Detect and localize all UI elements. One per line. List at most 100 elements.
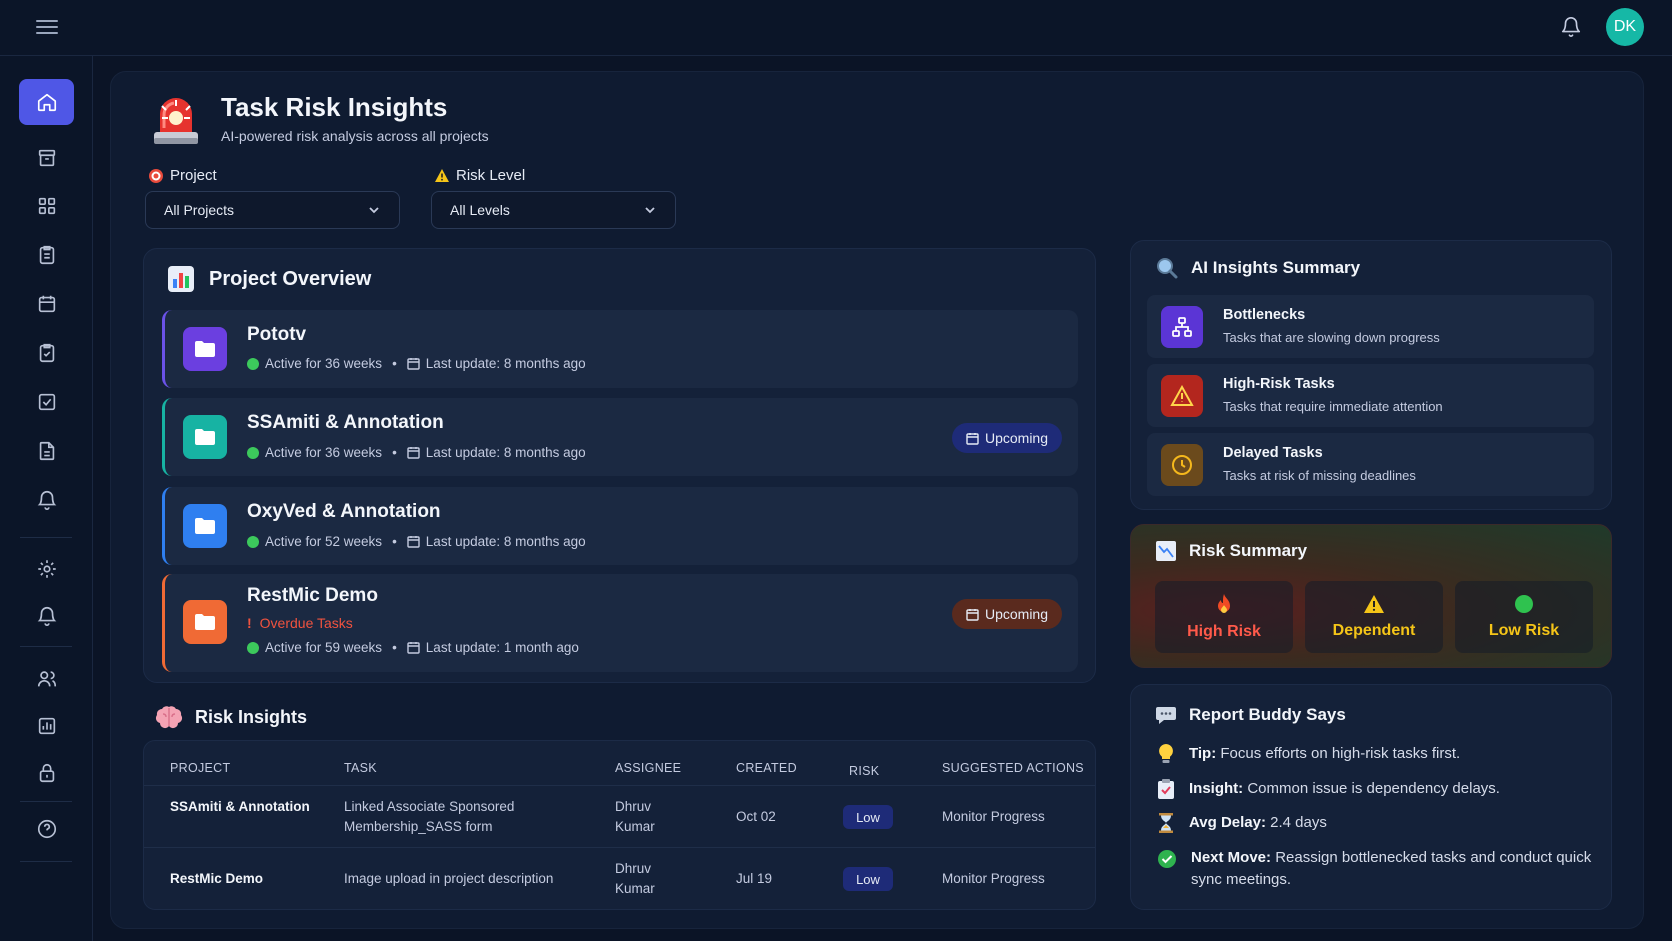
folder-icon	[183, 415, 227, 459]
insight-delayed[interactable]: Delayed Tasks Tasks at risk of missing d…	[1147, 433, 1594, 496]
clipboard-icon	[39, 245, 54, 265]
cell-task: Linked Associate Sponsored Membership_SA…	[344, 799, 515, 834]
project-meta: Active for 36 weeks • Last update: 8 mon…	[247, 356, 586, 371]
risk-box-high[interactable]: High Risk	[1155, 581, 1293, 653]
folder-icon	[183, 327, 227, 371]
separator: •	[392, 640, 397, 655]
lightbulb-icon	[1159, 744, 1173, 763]
project-overview-title-text: Project Overview	[209, 267, 372, 290]
nav-divider	[20, 537, 72, 538]
nav-alerts[interactable]	[19, 477, 74, 523]
buddy-line-label: Next Move:	[1191, 849, 1272, 866]
risk-filter-label: Risk Level	[434, 167, 525, 184]
risk-low-label: Low Risk	[1488, 622, 1560, 639]
page-title: Task Risk Insights	[221, 92, 448, 122]
buddy-line-text: Focus efforts on high-risk tasks first.	[1220, 745, 1461, 762]
nav-reports[interactable]	[19, 703, 74, 749]
grid-icon	[38, 197, 55, 215]
insight-title: High-Risk Tasks	[1223, 376, 1335, 392]
folder-icon	[183, 504, 227, 548]
nav-help[interactable]	[19, 806, 74, 852]
project-select[interactable]: All Projects	[145, 191, 400, 229]
nav-security[interactable]	[19, 750, 74, 796]
buddy-avg-delay: Avg Delay: 2.4 days	[1157, 812, 1327, 834]
upcoming-badge[interactable]: Upcoming	[951, 423, 1062, 453]
upcoming-badge-text: Upcoming	[984, 606, 1048, 622]
insight-high-risk[interactable]: High-Risk Tasks Tasks that require immed…	[1147, 364, 1594, 427]
project-card-pototv[interactable]: Pototv Active for 36 weeks • Last update…	[162, 310, 1078, 388]
nav-calendar[interactable]	[19, 281, 74, 327]
nav-dashboard[interactable]	[19, 183, 74, 229]
insight-bottlenecks[interactable]: Bottlenecks Tasks that are slowing down …	[1147, 295, 1594, 358]
help-icon	[37, 819, 56, 839]
lock-icon	[39, 763, 54, 783]
alert-triangle-icon	[1161, 375, 1203, 417]
report-buddy-title: Report Buddy Says	[1155, 704, 1346, 726]
risk-dependent-label: Dependent	[1332, 622, 1416, 639]
project-select-value: All Projects	[164, 202, 235, 218]
menu-toggle-icon[interactable]	[36, 17, 58, 39]
nav-approvals[interactable]	[19, 379, 74, 425]
user-avatar[interactable]: DK	[1606, 8, 1644, 46]
project-active-duration: Active for 36 weeks	[265, 445, 383, 460]
calendar-icon	[966, 608, 979, 621]
table-row[interactable]: RestMic Demo Image upload in project des…	[144, 847, 1095, 909]
project-meta: Active for 36 weeks • Last update: 8 mon…	[247, 445, 586, 460]
project-meta: Active for 59 weeks • Last update: 1 mon…	[247, 640, 579, 655]
project-last-update: Last update: 8 months ago	[425, 445, 586, 460]
calendar-icon	[407, 642, 420, 654]
cell-assignee: Dhruv Kumar	[615, 799, 655, 834]
risk-box-dependent[interactable]: Dependent	[1305, 581, 1443, 653]
project-last-update: Last update: 8 months ago	[425, 356, 586, 371]
column-header[interactable]: ASSIGNEE	[615, 761, 681, 775]
buddy-line-label: Insight:	[1189, 780, 1244, 797]
buddy-line-label: Tip:	[1189, 745, 1217, 762]
risk-box-low[interactable]: Low Risk	[1455, 581, 1593, 653]
gear-icon	[37, 560, 56, 578]
nav-users[interactable]	[19, 656, 74, 702]
users-icon	[37, 671, 56, 687]
upcoming-badge[interactable]: Upcoming	[951, 599, 1062, 629]
nav-divider	[20, 646, 72, 647]
buddy-insight: Insight: Common issue is dependency dela…	[1157, 778, 1500, 800]
brain-icon	[155, 706, 183, 728]
nav-tasks[interactable]	[19, 232, 74, 278]
sidebar	[0, 56, 93, 941]
column-header[interactable]: PROJECT	[170, 761, 230, 775]
project-card-oxyved[interactable]: OxyVed & Annotation Active for 52 weeks …	[162, 487, 1078, 565]
buddy-tip: Tip: Focus efforts on high-risk tasks fi…	[1157, 743, 1460, 765]
nav-settings[interactable]	[19, 546, 74, 592]
nav-home[interactable]	[19, 79, 74, 125]
insight-title: Delayed Tasks	[1223, 445, 1323, 461]
project-name: SSAmiti & Annotation	[247, 412, 444, 433]
cell-project: SSAmiti & Annotation	[170, 799, 310, 814]
risk-level-select[interactable]: All Levels	[431, 191, 676, 229]
table-row[interactable]: SSAmiti & Annotation Linked Associate Sp…	[144, 785, 1095, 847]
calendar-icon	[407, 447, 420, 459]
project-overview-title: Project Overview	[167, 265, 371, 293]
status-dot	[247, 446, 259, 459]
project-card-ssamiti[interactable]: SSAmiti & Annotation Active for 36 weeks…	[162, 398, 1078, 476]
status-dot	[247, 535, 259, 548]
nav-checklist[interactable]	[19, 330, 74, 376]
notification-bell-icon[interactable]	[1560, 16, 1582, 38]
clipboard-check-icon	[1158, 779, 1174, 799]
nav-notifications[interactable]	[19, 593, 74, 639]
project-card-restmic[interactable]: RestMic Demo ! Overdue Tasks Active for …	[162, 574, 1078, 672]
column-header[interactable]: RISK	[849, 764, 879, 778]
nav-documents[interactable]	[19, 428, 74, 474]
column-header[interactable]: CREATED	[736, 761, 797, 775]
column-header[interactable]: TASK	[344, 761, 377, 775]
ai-insights-title: AI Insights Summary	[1155, 256, 1360, 280]
exclamation-icon: !	[247, 615, 252, 631]
nav-divider	[20, 861, 72, 862]
clipboard-check-icon	[39, 343, 54, 363]
separator: •	[392, 534, 397, 549]
insight-desc: Tasks that require immediate attention	[1223, 399, 1443, 414]
calendar-icon	[407, 536, 420, 548]
nav-archive[interactable]	[19, 135, 74, 181]
column-header[interactable]: SUGGESTED ACTIONS	[942, 761, 1084, 775]
status-dot	[247, 357, 259, 370]
risk-filter-label-text: Risk Level	[456, 167, 526, 184]
risk-insights-table: PROJECT TASK ASSIGNEE CREATED RISK SUGGE…	[143, 740, 1096, 910]
